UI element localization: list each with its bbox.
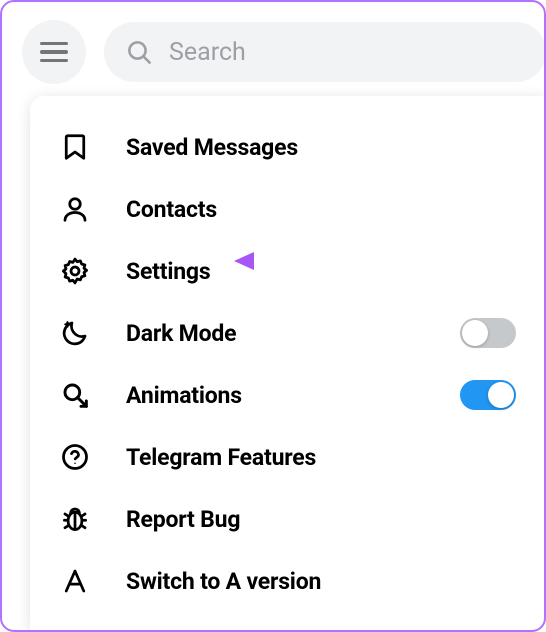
menu-item-switch-version[interactable]: Switch to A version: [48, 550, 528, 612]
animations-toggle[interactable]: [460, 380, 516, 410]
search-input[interactable]: Search: [104, 22, 546, 82]
main-menu-panel: Saved Messages Contacts Settings Dark Mo…: [30, 96, 546, 632]
menu-item-contacts[interactable]: Contacts: [48, 178, 528, 240]
menu-item-label: Switch to A version: [126, 568, 321, 595]
menu-item-animations[interactable]: Animations: [48, 364, 528, 426]
menu-item-settings[interactable]: Settings: [48, 240, 528, 302]
top-bar: Search: [22, 18, 546, 86]
search-icon: [126, 39, 153, 66]
hamburger-icon: [40, 42, 68, 63]
dark-mode-toggle[interactable]: [460, 318, 516, 348]
gear-icon: [58, 254, 92, 288]
moon-icon: [58, 316, 92, 350]
bug-icon: [58, 502, 92, 536]
menu-item-label: Report Bug: [126, 506, 240, 533]
search-placeholder: Search: [169, 38, 246, 67]
menu-item-report-bug[interactable]: Report Bug: [48, 488, 528, 550]
menu-item-saved-messages[interactable]: Saved Messages: [48, 116, 528, 178]
letter-a-icon: [58, 564, 92, 598]
menu-item-label: Dark Mode: [126, 320, 236, 347]
person-icon: [58, 192, 92, 226]
bookmark-icon: [58, 130, 92, 164]
menu-item-label: Animations: [126, 382, 242, 409]
hamburger-menu-button[interactable]: [22, 20, 86, 84]
menu-item-dark-mode[interactable]: Dark Mode: [48, 302, 528, 364]
menu-item-label: Saved Messages: [126, 134, 298, 161]
menu-item-label: Settings: [126, 258, 210, 285]
animations-icon: [58, 378, 92, 412]
menu-item-telegram-features[interactable]: Telegram Features: [48, 426, 528, 488]
menu-item-label: Contacts: [126, 196, 217, 223]
help-circle-icon: [58, 440, 92, 474]
menu-item-label: Telegram Features: [126, 444, 316, 471]
